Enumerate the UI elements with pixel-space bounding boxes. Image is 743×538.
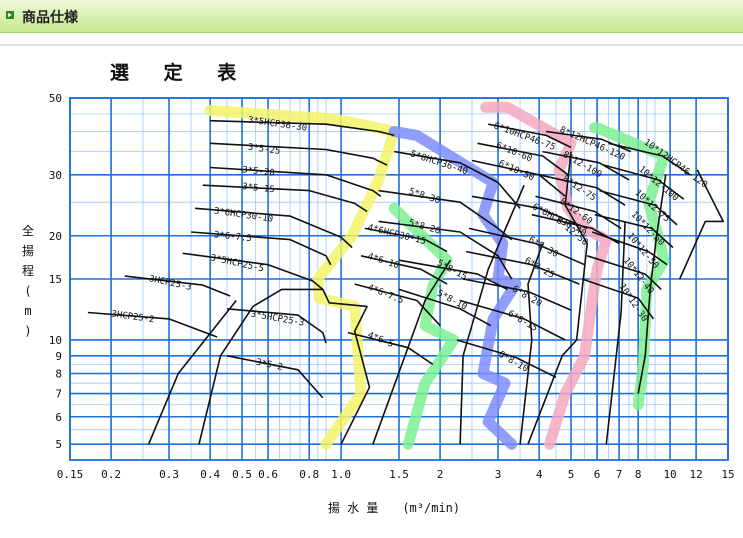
x-tick-label: 2 bbox=[437, 468, 444, 481]
y-tick-label: 8 bbox=[55, 368, 62, 381]
x-tick-label: 0.15 bbox=[57, 468, 84, 481]
y-tick-label: 7 bbox=[55, 388, 62, 401]
x-tick-label: 3 bbox=[495, 468, 502, 481]
y-axis-title-char: ) bbox=[24, 324, 31, 338]
x-tick-label: 0.2 bbox=[101, 468, 121, 481]
y-axis-title-char: 揚 bbox=[22, 244, 34, 258]
section-header: 商品仕様 bbox=[0, 0, 743, 33]
selection-chart: 3*5HCP36-303*5-253*5-203*5-153*6HCP30-10… bbox=[22, 92, 735, 515]
y-tick-label: 9 bbox=[55, 350, 62, 363]
y-tick-label: 6 bbox=[55, 411, 62, 424]
x-tick-label: 7 bbox=[616, 468, 623, 481]
y-tick-label: 15 bbox=[49, 273, 62, 286]
y-axis-title-char: m bbox=[24, 304, 31, 318]
x-tick-label: 4 bbox=[536, 468, 543, 481]
x-tick-label: 0.6 bbox=[258, 468, 278, 481]
section-title: 商品仕様 bbox=[22, 10, 78, 26]
y-tick-label: 20 bbox=[49, 230, 62, 243]
y-axis-title-char: ( bbox=[24, 284, 31, 298]
y-tick-label: 30 bbox=[49, 169, 62, 182]
x-tick-label: 6 bbox=[594, 468, 601, 481]
y-axis-title-char: 程 bbox=[22, 263, 34, 278]
x-tick-label: 12 bbox=[689, 468, 702, 481]
x-tick-label: 0.3 bbox=[159, 468, 179, 481]
x-tick-label: 0.5 bbox=[232, 468, 252, 481]
y-tick-label: 10 bbox=[49, 334, 62, 347]
x-tick-label: 5 bbox=[568, 468, 575, 481]
y-axis-title-char: 全 bbox=[22, 223, 34, 238]
x-tick-label: 8 bbox=[635, 468, 642, 481]
divider bbox=[0, 44, 743, 46]
bullet-arrow-icon bbox=[6, 11, 14, 19]
x-tick-label: 1.0 bbox=[331, 468, 351, 481]
chart-title: 選 定 表 bbox=[110, 62, 251, 84]
x-tick-label: 1.5 bbox=[389, 468, 409, 481]
x-axis-title: 揚 水 量 (m³/min) bbox=[328, 501, 460, 515]
x-tick-label: 0.8 bbox=[299, 468, 319, 481]
x-tick-label: 15 bbox=[721, 468, 734, 481]
x-tick-label: 10 bbox=[663, 468, 676, 481]
y-tick-label: 50 bbox=[49, 92, 62, 105]
y-tick-label: 5 bbox=[55, 438, 62, 451]
x-tick-label: 0.4 bbox=[200, 468, 220, 481]
